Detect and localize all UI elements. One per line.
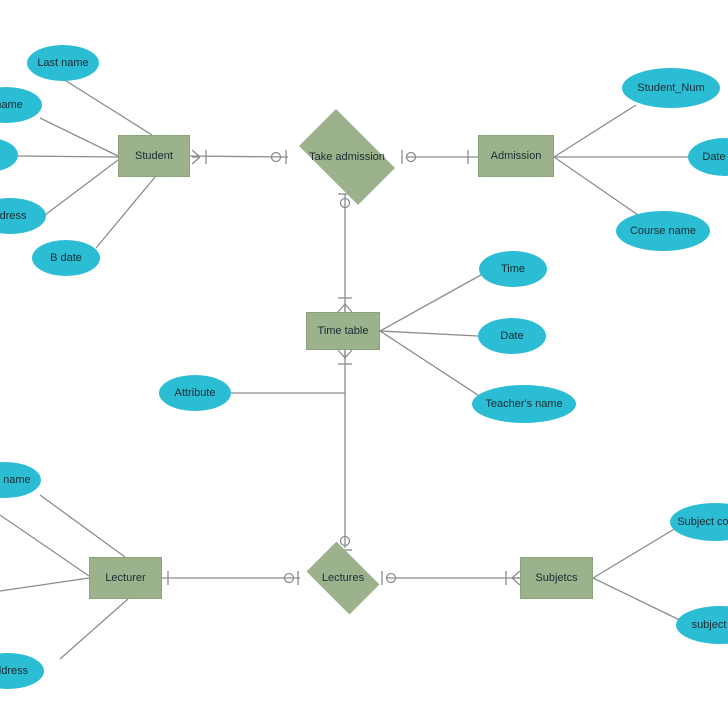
attribute-student-first-name-label: t name xyxy=(0,98,23,111)
diamond-shape-take-admission xyxy=(299,109,395,205)
er-diagram-canvas: Student Admission Time table Lecturer Su… xyxy=(0,0,728,728)
entity-student-label: Student xyxy=(135,149,173,162)
link-student-last-name xyxy=(62,78,153,136)
link-subjects-subject-name xyxy=(592,577,691,626)
attribute-subjects-subject-code-label: Subject co xyxy=(677,515,728,528)
admission-attribute-links xyxy=(553,104,690,216)
relationship-lectures[interactable]: Lectures xyxy=(300,541,386,615)
link-timetable-time xyxy=(379,270,489,332)
link-admission-student-num xyxy=(553,104,637,158)
wire-student-takeadmission xyxy=(189,155,289,158)
diamond-shape-lectures xyxy=(306,541,380,615)
attribute-lecturer-last-name-label: Last name xyxy=(0,473,31,486)
entity-admission[interactable]: Admission xyxy=(478,135,554,177)
link-student-first-name xyxy=(39,117,119,157)
entity-admission-label: Admission xyxy=(490,149,542,162)
attribute-lecturer-address-label: Address xyxy=(0,664,29,677)
attribute-admission-student-num-label: Student_Num xyxy=(637,81,705,94)
link-lecturer-spoke-mid2 xyxy=(0,577,90,592)
attribute-timetable-time[interactable]: Time xyxy=(479,251,547,287)
attribute-student-b-date[interactable]: B date xyxy=(32,240,100,276)
relationship-take-admission[interactable]: Take admission xyxy=(288,109,406,205)
link-timetable-teacher-name xyxy=(379,330,485,400)
entity-subjetcs[interactable]: Subjetcs xyxy=(520,557,593,599)
link-admission-course-name xyxy=(553,156,639,216)
entity-subjetcs-label: Subjetcs xyxy=(535,571,578,584)
entity-student[interactable]: Student xyxy=(118,135,190,177)
attribute-timetable-date[interactable]: Date xyxy=(478,318,546,354)
attribute-admission-student-num[interactable]: Student_Num xyxy=(622,68,720,108)
link-timetable-date xyxy=(379,330,479,337)
link-student-unnamed xyxy=(16,155,119,158)
entity-time-table-label: Time table xyxy=(317,324,369,337)
marker-crowsfoot-student xyxy=(191,149,207,165)
attribute-subjects-subject-name-label: subject xyxy=(691,618,727,631)
attribute-student-b-date-label: B date xyxy=(50,251,82,264)
attribute-admission-course-name-label: Course name xyxy=(629,224,697,237)
subjects-attribute-links xyxy=(592,521,691,626)
attribute-student-address-label: ddress xyxy=(0,209,27,222)
link-lecturer-spoke-mid1 xyxy=(0,514,90,577)
attribute-admission-date-label: Date xyxy=(702,150,726,163)
attribute-student-last-name-label: Last name xyxy=(37,56,89,69)
attribute-admission-course-name[interactable]: Course name xyxy=(616,211,710,251)
attribute-student-last-name[interactable]: Last name xyxy=(27,45,99,81)
link-student-address xyxy=(44,159,119,216)
link-student-b-date xyxy=(95,176,156,249)
attribute-timetable-date-label: Date xyxy=(500,329,524,342)
attribute-timetable-attribute[interactable]: Attribute xyxy=(159,375,231,411)
entity-lecturer[interactable]: Lecturer xyxy=(89,557,162,599)
link-lecturer-address xyxy=(59,598,129,660)
link-lecturer-last-name xyxy=(39,494,126,558)
timetable-attribute-links xyxy=(379,270,489,400)
attribute-timetable-attribute-label: Attribute xyxy=(174,386,216,399)
link-subjects-subject-code xyxy=(592,521,687,579)
attribute-timetable-teacher-name[interactable]: Teacher's name xyxy=(472,385,576,423)
entity-lecturer-label: Lecturer xyxy=(105,571,146,584)
entity-time-table[interactable]: Time table xyxy=(306,312,380,350)
attribute-timetable-time-label: Time xyxy=(500,262,526,275)
connector-layer xyxy=(0,78,691,660)
attribute-timetable-teacher-name-label: Teacher's name xyxy=(485,397,563,410)
